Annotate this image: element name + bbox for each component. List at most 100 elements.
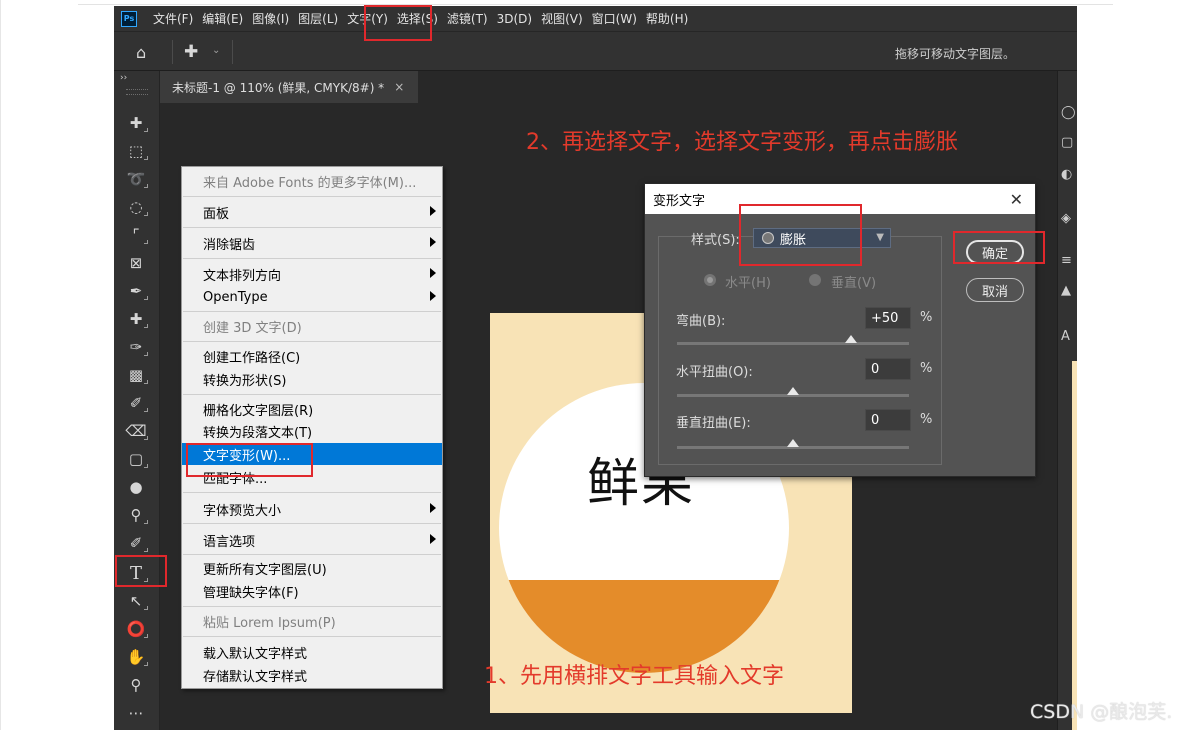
menu-item-text-orientation[interactable]: 文本排列方向 — [182, 263, 442, 285]
options-separator — [232, 40, 233, 64]
comment-icon[interactable]: ◯ — [1061, 105, 1076, 120]
menu-item-create-3d[interactable]: 创建 3D 文字(D) — [182, 315, 442, 337]
options-separator — [172, 40, 173, 64]
menu-bar: Ps 文件(F) 编辑(E) 图像(I) 图层(L) 文字(Y) 选择(S) 滤… — [114, 6, 1077, 31]
menu-image[interactable]: 图像(I) — [252, 10, 289, 27]
gradient-tool-icon[interactable]: ▢ — [122, 447, 150, 471]
menu-separator — [183, 227, 441, 228]
panel-grip[interactable] — [126, 89, 148, 95]
horizontal-distortion-thumb[interactable] — [787, 387, 799, 395]
cube-icon[interactable]: ◈ — [1061, 211, 1071, 226]
menu-item-panels[interactable]: 面板 — [182, 201, 442, 223]
vertical-label: 垂直(V) — [831, 276, 877, 291]
close-icon[interactable]: ✕ — [1010, 190, 1023, 209]
chevron-down-icon[interactable]: ⌄ — [212, 45, 220, 56]
menu-filter[interactable]: 滤镜(T) — [447, 10, 488, 27]
horizontal-label: 水平(H) — [725, 276, 771, 291]
menu-item-paste-lorem[interactable]: 粘贴 Lorem Ipsum(P) — [182, 610, 442, 632]
hand-tool-icon[interactable]: ✋ — [122, 645, 150, 669]
vertical-distortion-input[interactable]: 0 — [865, 409, 911, 431]
menu-edit[interactable]: 编辑(E) — [202, 10, 243, 27]
vertical-distortion-thumb[interactable] — [787, 439, 799, 447]
menu-item-create-work-path[interactable]: 创建工作路径(C) — [182, 345, 442, 367]
adjust-icon[interactable]: ◐ — [1061, 167, 1072, 182]
list-icon[interactable]: ≡ — [1061, 253, 1072, 268]
menu-item-load-default-style[interactable]: 载入默认文字样式 — [182, 641, 442, 663]
path-select-tool-icon[interactable]: ↖ — [122, 589, 150, 613]
menu-separator — [183, 492, 441, 493]
blur-tool-icon[interactable]: ● — [122, 475, 150, 499]
bend-slider-thumb[interactable] — [845, 335, 857, 343]
stamp-tool-icon[interactable]: ▩ — [122, 363, 150, 387]
menu-item-language-options[interactable]: 语言选项 — [182, 529, 442, 551]
dodge-tool-icon[interactable]: ⚲ — [122, 503, 150, 527]
menu-view[interactable]: 视图(V) — [541, 10, 583, 27]
lasso-tool-icon[interactable]: ➰ — [122, 167, 150, 191]
cancel-button[interactable]: 取消 — [966, 278, 1024, 302]
submenu-arrow-icon — [430, 268, 436, 278]
vertical-radio[interactable] — [809, 274, 821, 286]
options-bar: ⌂ ✚ ⌄ 拖移可移动文字图层。 — [114, 31, 1077, 71]
stamp-icon[interactable]: ▲ — [1061, 283, 1071, 298]
document-tab-title: 未标题-1 @ 110% (鲜果, CMYK/8#) * — [172, 80, 385, 95]
collapse-icon[interactable]: ›› — [120, 73, 127, 83]
menu-item-convert-to-shape[interactable]: 转换为形状(S) — [182, 368, 442, 390]
highlight-warp-text — [186, 443, 313, 477]
style-label: 样式(S): — [691, 233, 740, 248]
brush-tool-icon[interactable]: ✑ — [122, 335, 150, 359]
menu-item-save-default-style[interactable]: 存储默认文字样式 — [182, 664, 442, 686]
healing-tool-icon[interactable]: ✚ — [122, 307, 150, 331]
bend-input[interactable]: +50 — [865, 307, 911, 329]
move-tool-icon[interactable]: ✚ — [122, 111, 150, 135]
document-tab[interactable]: 未标题-1 @ 110% (鲜果, CMYK/8#) * × — [160, 71, 418, 103]
document-tabs: 未标题-1 @ 110% (鲜果, CMYK/8#) * × — [160, 71, 1077, 103]
menu-separator — [183, 258, 441, 259]
menu-item-rasterize[interactable]: 栅格化文字图层(R) — [182, 398, 442, 420]
top-divider — [78, 4, 1113, 5]
menu-separator — [183, 341, 441, 342]
options-hint: 拖移可移动文字图层。 — [894, 47, 1015, 61]
menu-item-update-text-layers[interactable]: 更新所有文字图层(U) — [182, 557, 442, 579]
pen-tool-icon[interactable]: ✐ — [122, 531, 150, 555]
menu-separator — [183, 554, 441, 555]
horizontal-distortion-input[interactable]: 0 — [865, 358, 911, 380]
layers-icon[interactable]: ▢ — [1061, 135, 1073, 150]
marquee-tool-icon[interactable]: ⬚ — [122, 139, 150, 163]
menu-file[interactable]: 文件(F) — [153, 10, 193, 27]
character-icon[interactable]: A — [1061, 329, 1070, 344]
eraser-tool-icon[interactable]: ⌫ — [122, 419, 150, 443]
history-brush-tool-icon[interactable]: ✐ — [122, 391, 150, 415]
menu-layer[interactable]: 图层(L) — [298, 10, 338, 27]
eyedropper-tool-icon[interactable]: ✒ — [122, 279, 150, 303]
horizontal-radio[interactable] — [704, 274, 716, 286]
menu-item-label: 字体预览大小 — [203, 503, 282, 519]
menu-window[interactable]: 窗口(W) — [592, 10, 637, 27]
percent-sign: % — [920, 361, 933, 376]
frame-tool-icon[interactable]: ⊠ — [122, 251, 150, 275]
menu-item-manage-missing-fonts[interactable]: 管理缺失字体(F) — [182, 580, 442, 602]
menu-item-font-preview-size[interactable]: 字体预览大小 — [182, 498, 442, 520]
menu-3d[interactable]: 3D(D) — [497, 12, 532, 26]
menu-item-opentype[interactable]: OpenType — [182, 286, 442, 308]
horizontal-distortion-label: 水平扭曲(O): — [676, 365, 753, 380]
menu-help[interactable]: 帮助(H) — [646, 10, 688, 27]
step-1-note: 1、先用横排文字工具输入文字 — [484, 664, 784, 689]
menu-item-convert-paragraph[interactable]: 转换为段落文本(T) — [182, 420, 442, 442]
submenu-arrow-icon — [430, 206, 436, 216]
quick-select-tool-icon[interactable]: ◌ — [122, 195, 150, 219]
home-icon[interactable]: ⌂ — [136, 43, 146, 62]
move-tool-icon[interactable]: ✚ — [184, 42, 198, 62]
bend-slider-track[interactable] — [677, 342, 909, 345]
menu-item-antialias[interactable]: 消除锯齿 — [182, 232, 442, 254]
menu-item-adobe-fonts[interactable]: 来自 Adobe Fonts 的更多字体(M)... — [182, 170, 442, 192]
right-panel-dock: ◯ ▢ ◐ ◈ ≡ ▲ A — [1057, 71, 1077, 730]
close-icon[interactable]: × — [394, 80, 404, 94]
highlight-style-select — [739, 204, 862, 266]
zoom-tool-icon[interactable]: ⚲ — [122, 673, 150, 697]
more-tools-icon[interactable]: ⋯ — [122, 701, 150, 725]
screenshot-page: Ps 文件(F) 编辑(E) 图像(I) 图层(L) 文字(Y) 选择(S) 滤… — [0, 0, 1190, 730]
menu-separator — [183, 523, 441, 524]
type-context-menu: 来自 Adobe Fonts 的更多字体(M)... 面板 消除锯齿 文本排列方… — [181, 166, 443, 689]
ellipse-tool-icon[interactable]: ⭕ — [122, 617, 150, 641]
crop-tool-icon[interactable]: ⌜ — [122, 223, 150, 247]
